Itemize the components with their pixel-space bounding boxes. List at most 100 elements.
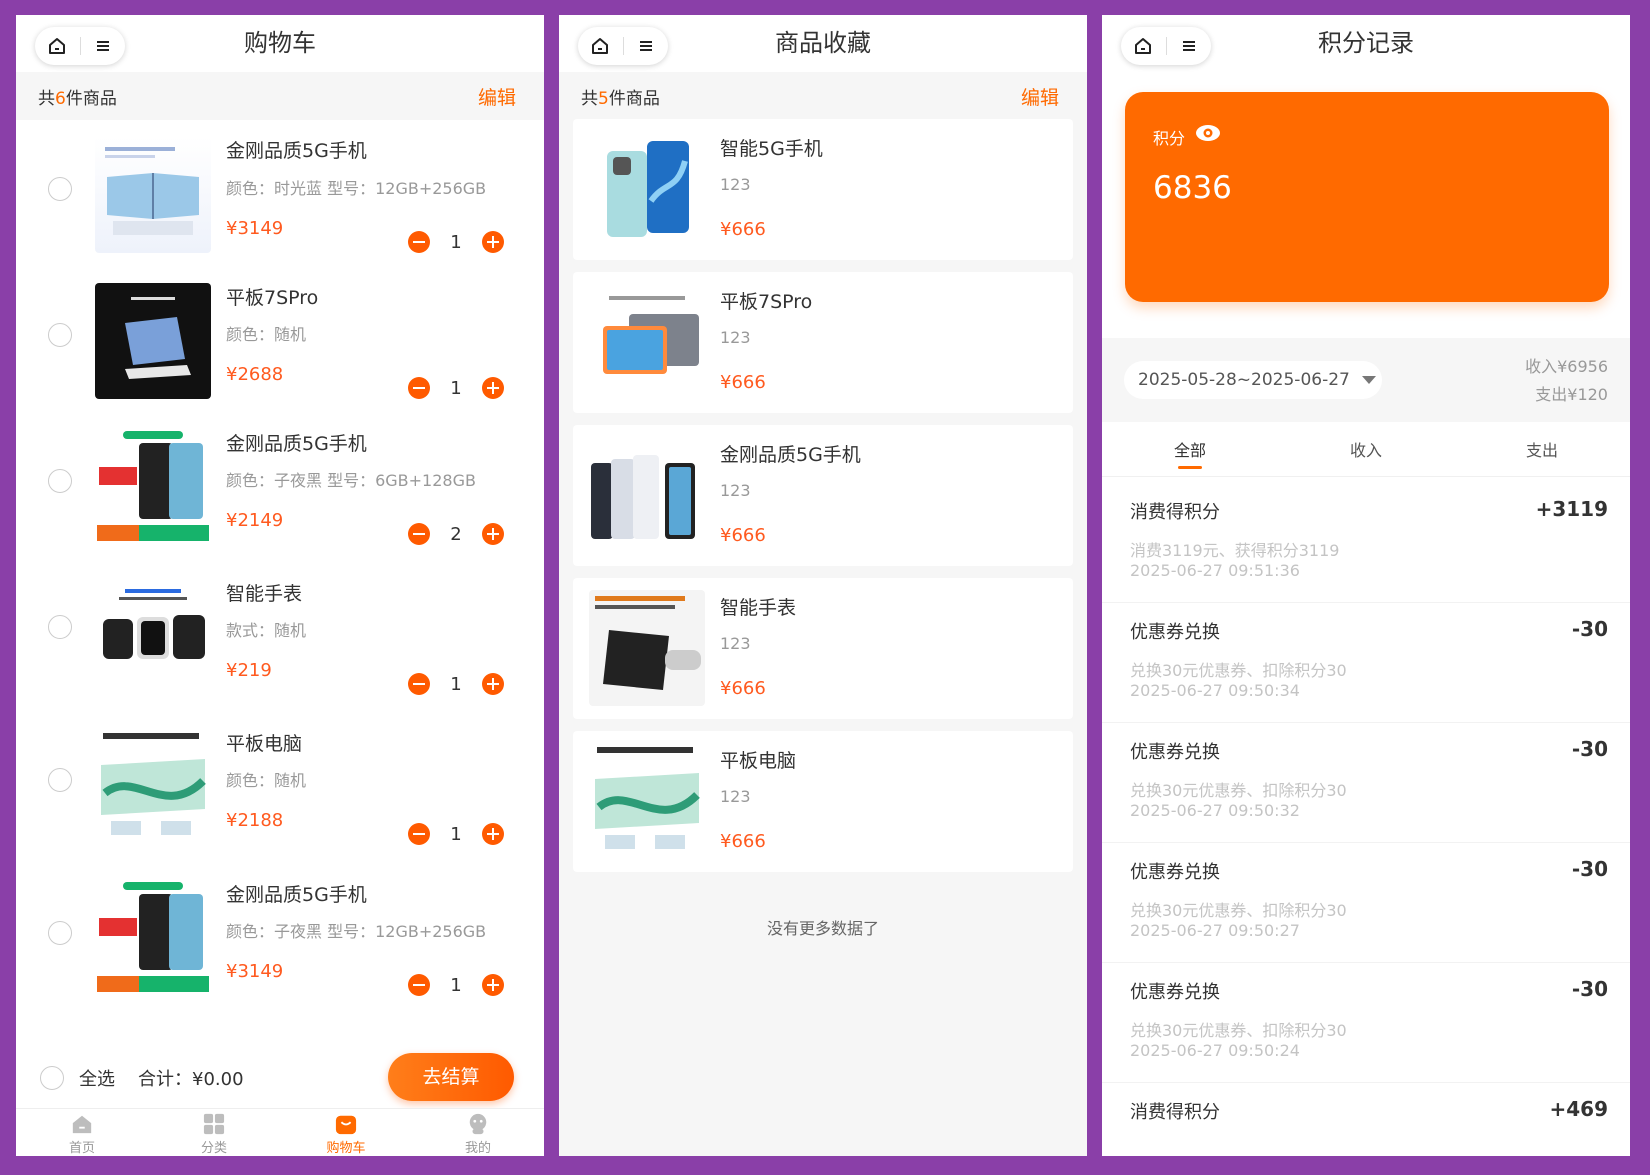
item-checkbox[interactable] [48, 323, 72, 347]
item-checkbox[interactable] [48, 615, 72, 639]
tab-all[interactable]: 全部 [1102, 422, 1278, 476]
quantity-stepper: 2 [408, 523, 504, 545]
product-desc: 123 [720, 634, 751, 653]
increase-button[interactable] [482, 974, 504, 996]
record-amount: -30 [1571, 737, 1608, 761]
edit-button[interactable]: 编辑 [478, 83, 516, 110]
record-amount: -30 [1571, 857, 1608, 881]
product-image[interactable] [95, 729, 211, 845]
product-price: ¥666 [720, 525, 766, 546]
record-desc: 兑换30元优惠券、扣除积分30 [1130, 901, 1347, 920]
record-title: 消费得积分 [1130, 1102, 1220, 1123]
increase-button[interactable] [482, 523, 504, 545]
checkout-bar: 全选 合计：¥0.00 去结算 [16, 1048, 544, 1108]
quantity-value: 2 [450, 523, 462, 545]
record-item: 优惠券兑换 -30 兑换30元优惠券、扣除积分30 2025-06-27 09:… [1102, 957, 1630, 1083]
item-checkbox[interactable] [48, 177, 72, 201]
quantity-value: 1 [450, 377, 462, 399]
decrease-button[interactable] [408, 231, 430, 253]
item-checkbox[interactable] [48, 921, 72, 945]
record-time: 2025-06-27 09:50:24 [1130, 1041, 1300, 1060]
phone-fold-graphic [105, 147, 199, 235]
decrease-button[interactable] [408, 974, 430, 996]
favorites-count-bar: 共5件商品 编辑 [559, 72, 1087, 120]
edit-button[interactable]: 编辑 [1021, 83, 1059, 110]
decrease-button[interactable] [408, 377, 430, 399]
no-more-data: 没有更多数据了 [766, 919, 879, 938]
tab-home[interactable]: 首页 [16, 1109, 148, 1156]
quantity-value: 1 [450, 974, 462, 996]
select-all-checkbox[interactable] [40, 1066, 64, 1090]
tab-expense[interactable]: 支出 [1454, 422, 1630, 476]
product-image[interactable] [95, 137, 211, 253]
record-time: 2025-06-27 09:51:36 [1130, 561, 1300, 580]
item-count: 共5件商品 [581, 88, 660, 109]
tablet-green-graphic [595, 747, 700, 849]
product-name[interactable]: 金刚品质5G手机 [226, 136, 367, 163]
product-name[interactable]: 智能手表 [226, 579, 302, 606]
cart-list: 金刚品质5G手机 颜色：时光蓝 型号：12GB+256GB ¥3149 1 平板… [16, 120, 544, 1048]
increase-button[interactable] [482, 231, 504, 253]
tab-bar: 首页 分类 购物车 我的 [16, 1108, 544, 1156]
decrease-button[interactable] [408, 673, 430, 695]
tab-category-icon [203, 1113, 225, 1135]
item-checkbox[interactable] [48, 469, 72, 493]
product-desc: 123 [720, 175, 751, 194]
tab-profile[interactable]: 我的 [412, 1109, 544, 1156]
tab-cart-icon [335, 1115, 357, 1135]
increase-button[interactable] [482, 823, 504, 845]
favorite-item[interactable]: 智能手表 123 ¥666 [573, 578, 1073, 719]
favorite-item[interactable]: 智能5G手机 123 ¥666 [573, 119, 1073, 260]
select-all-label[interactable]: 全选 [79, 1065, 115, 1091]
points-card: 积分 6836 [1125, 92, 1609, 302]
record-desc: 兑换30元优惠券、扣除积分30 [1130, 1021, 1347, 1040]
favorites-screen: 商品收藏 共5件商品 编辑 智能5G手机 123 ¥666 平板7SPro 12… [559, 15, 1087, 1156]
product-image [589, 131, 705, 247]
points-value: 6836 [1153, 170, 1232, 206]
product-image[interactable] [95, 283, 211, 399]
favorite-item[interactable]: 平板电脑 123 ¥666 [573, 731, 1073, 872]
record-item: 消费得积分 +469 [1102, 1077, 1630, 1156]
date-range-text: 2025-05-28~2025-06-27 [1138, 370, 1350, 390]
date-range-picker[interactable]: 2025-05-28~2025-06-27 [1124, 361, 1382, 399]
tab-income[interactable]: 收入 [1278, 422, 1454, 476]
quantity-stepper: 1 [408, 673, 504, 695]
points-record-list: 消费得积分 +3119 消费3119元、获得积分3119 2025-06-27 … [1102, 477, 1630, 1156]
tab-cart[interactable]: 购物车 [280, 1109, 412, 1156]
product-image[interactable] [95, 429, 211, 545]
favorite-item[interactable]: 平板7SPro 123 ¥666 [573, 272, 1073, 413]
product-name[interactable]: 平板电脑 [226, 729, 302, 756]
product-spec: 颜色：随机 [226, 771, 307, 790]
product-image[interactable] [95, 579, 211, 695]
checkout-button[interactable]: 去结算 [388, 1053, 514, 1101]
item-checkbox[interactable] [48, 768, 72, 792]
product-name: 智能5G手机 [720, 138, 823, 160]
increase-button[interactable] [482, 377, 504, 399]
product-price: ¥666 [720, 678, 766, 699]
item-count: 共6件商品 [38, 88, 117, 109]
cart-item: 平板电脑 颜色：随机 ¥2188 1 [16, 729, 544, 885]
record-time: 2025-06-27 09:50:27 [1130, 921, 1300, 940]
product-name[interactable]: 金刚品质5G手机 [226, 880, 367, 907]
tab-category[interactable]: 分类 [148, 1109, 280, 1156]
phone-lineup-graphic [591, 455, 695, 539]
decrease-button[interactable] [408, 823, 430, 845]
eye-icon[interactable] [1195, 124, 1221, 142]
record-item: 优惠券兑换 -30 兑换30元优惠券、扣除积分30 2025-06-27 09:… [1102, 597, 1630, 723]
increase-button[interactable] [482, 673, 504, 695]
product-price: ¥2149 [226, 510, 284, 531]
filter-bar: 2025-05-28~2025-06-27 收入¥6956 支出¥120 [1102, 338, 1630, 422]
product-image[interactable] [95, 880, 211, 996]
product-name[interactable]: 平板7SPro [226, 283, 318, 310]
record-title: 优惠券兑换 [1130, 982, 1220, 1003]
product-name[interactable]: 金刚品质5G手机 [226, 429, 367, 456]
product-price: ¥219 [226, 660, 272, 681]
record-desc: 兑换30元优惠券、扣除积分30 [1130, 781, 1347, 800]
quantity-stepper: 1 [408, 377, 504, 399]
product-price: ¥666 [720, 219, 766, 240]
favorite-item[interactable]: 金刚品质5G手机 123 ¥666 [573, 425, 1073, 566]
product-name: 智能手表 [720, 597, 797, 619]
record-amount: +3119 [1535, 497, 1608, 521]
quantity-value: 1 [450, 673, 462, 695]
decrease-button[interactable] [408, 523, 430, 545]
